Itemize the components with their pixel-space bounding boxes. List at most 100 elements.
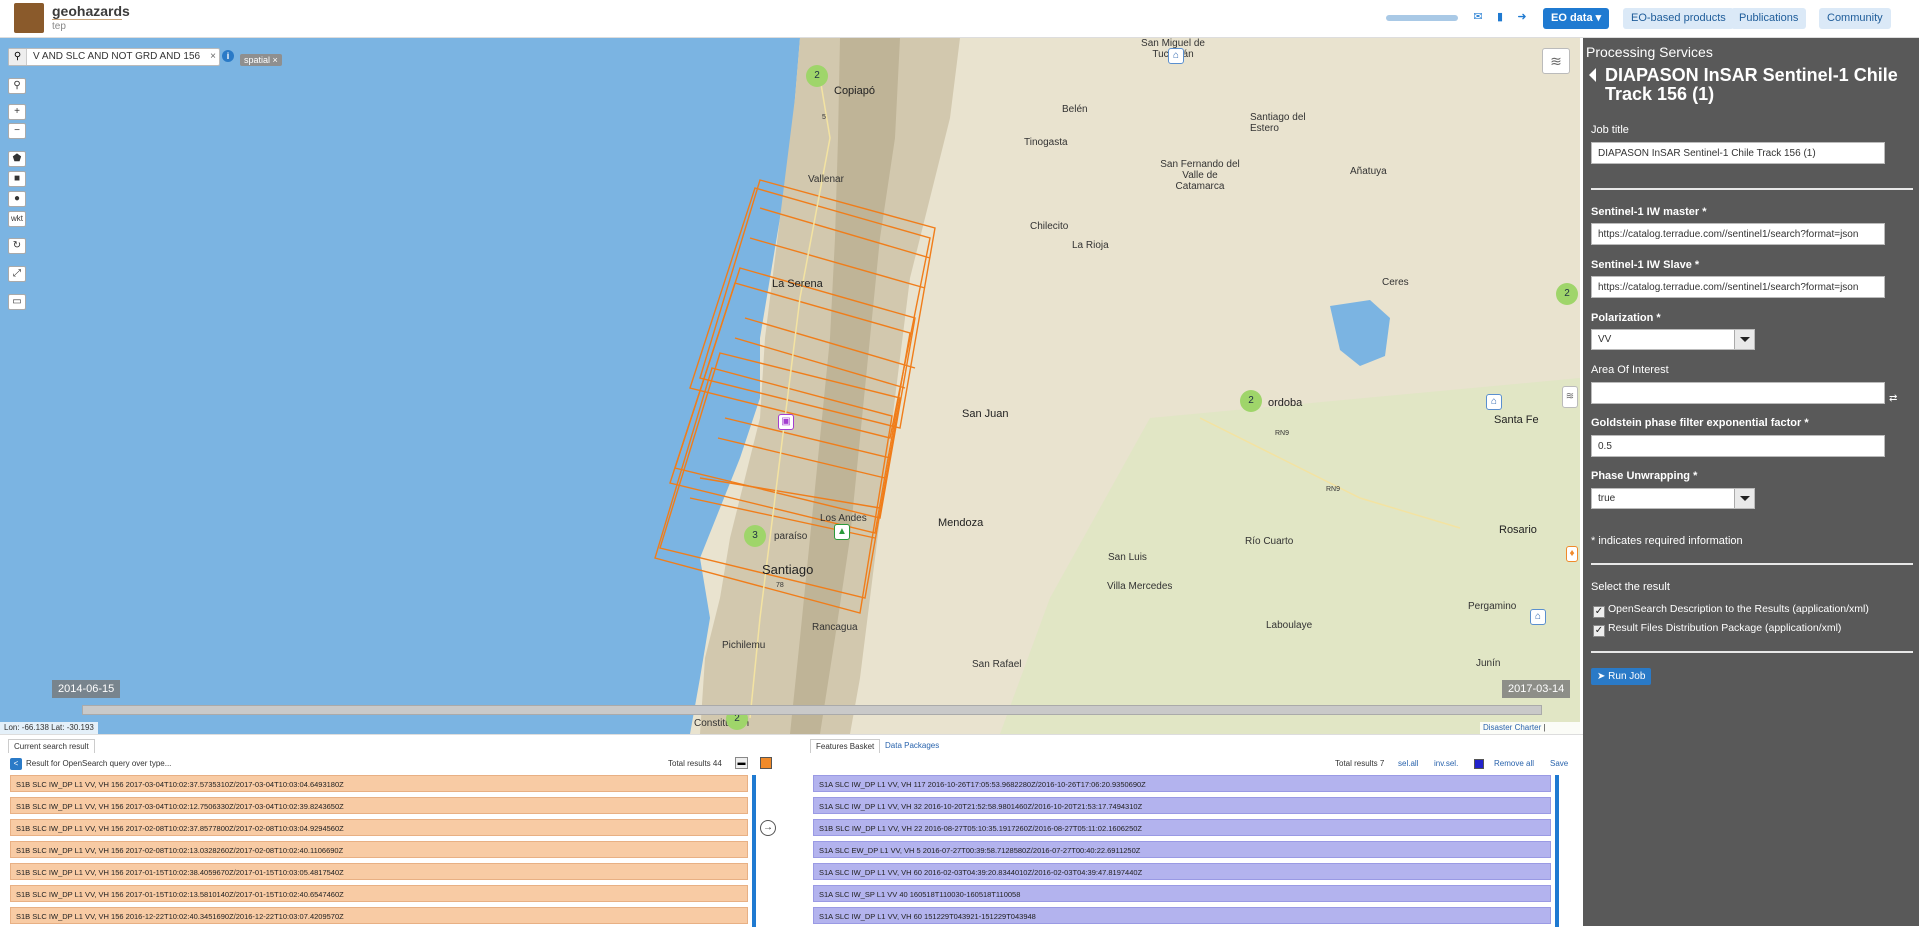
unwrap-label: Phase Unwrapping * bbox=[1591, 470, 1698, 482]
disaster-charter-home-icon[interactable]: ⌂ bbox=[1168, 48, 1184, 64]
job-title-input[interactable]: DIAPASON InSAR Sentinel-1 Chile Track 15… bbox=[1591, 142, 1885, 164]
search-icon[interactable]: ⚲ bbox=[9, 49, 27, 65]
info-icon[interactable]: i bbox=[222, 50, 234, 62]
geohazards-logo[interactable] bbox=[14, 3, 44, 33]
scrollbar[interactable] bbox=[1555, 775, 1559, 927]
chevron-down-icon[interactable] bbox=[1734, 330, 1754, 349]
list-item[interactable]: S1B SLC IW_DP L1 VV, VH 156 2017-03-04T1… bbox=[10, 775, 748, 792]
cluster-marker[interactable]: 2 bbox=[806, 65, 828, 87]
fullscreen-icon[interactable]: ⤢ bbox=[8, 266, 26, 282]
slave-label: Sentinel-1 IW Slave * bbox=[1591, 259, 1700, 271]
disaster-charter-link[interactable]: Disaster Charter bbox=[1483, 723, 1541, 732]
community-button[interactable]: Community bbox=[1819, 8, 1891, 29]
map-label: Santiago del Estero bbox=[1250, 112, 1306, 134]
list-item[interactable]: S1B SLC IW_DP L1 VV, VH 156 2017-01-15T1… bbox=[10, 885, 748, 902]
tab-data-packages[interactable]: Data Packages bbox=[880, 739, 944, 753]
result1-checkbox[interactable]: ✓ bbox=[1593, 606, 1605, 618]
map-label: La Rioja bbox=[1072, 240, 1109, 251]
cluster-marker[interactable]: 2 bbox=[1556, 283, 1578, 305]
map-view[interactable]: Copiapó Vallenar La Serena Los Andes par… bbox=[0, 38, 1580, 734]
invert-selection-link[interactable]: inv.sel. bbox=[1434, 759, 1458, 768]
goldstein-input[interactable]: 0.5 bbox=[1591, 435, 1885, 457]
building-marker-icon[interactable]: ▣ bbox=[778, 414, 794, 430]
map-label: Santiago bbox=[762, 562, 814, 577]
map-label: RN9 bbox=[1275, 430, 1290, 437]
list-item[interactable]: S1B SLC IW_DP L1 VV, VH 156 2017-03-04T1… bbox=[10, 797, 748, 814]
map-label: ordoba bbox=[1268, 397, 1303, 409]
list-item[interactable]: S1B SLC IW_DP L1 VV, VH 22 2016-08-27T05… bbox=[813, 819, 1551, 836]
disaster-charter-home-icon[interactable]: ⌂ bbox=[1530, 609, 1546, 625]
slave-input[interactable]: https://catalog.terradue.com//sentinel1/… bbox=[1591, 276, 1885, 298]
clear-search-icon[interactable]: × bbox=[210, 51, 216, 62]
mountain-marker-icon[interactable]: ▲ bbox=[834, 524, 850, 540]
color-picker-left[interactable] bbox=[760, 757, 772, 769]
disaster-charter-home-icon[interactable]: ⌂ bbox=[1486, 394, 1502, 410]
list-item[interactable]: S1A SLC EW_DP L1 VV, VH 5 2016-07-27T00:… bbox=[813, 841, 1551, 858]
list-item[interactable]: S1A SLC IW_DP L1 VV, VH 60 151229T043921… bbox=[813, 907, 1551, 924]
zoom-in-button[interactable]: + bbox=[8, 104, 26, 120]
draw-polygon-icon[interactable]: ⬟ bbox=[8, 151, 26, 167]
measure-icon[interactable]: ▭ bbox=[8, 294, 26, 310]
tab-current-search[interactable]: Current search result bbox=[8, 739, 95, 753]
logout-icon[interactable]: ➜ bbox=[1516, 11, 1528, 23]
unwrap-select[interactable]: true bbox=[1591, 488, 1755, 509]
total-results-right: Total results 7 bbox=[1335, 759, 1385, 768]
search-bar[interactable]: ⚲ V AND SLC AND NOT GRD AND 156 × bbox=[8, 48, 220, 66]
aoi-input[interactable] bbox=[1591, 382, 1885, 404]
search-input[interactable]: V AND SLC AND NOT GRD AND 156 bbox=[33, 51, 203, 62]
add-to-basket-arrow-icon[interactable]: → bbox=[760, 820, 776, 836]
list-item[interactable]: S1A SLC IW_SP L1 VV 40 160518T110030-160… bbox=[813, 885, 1551, 902]
scrollbar[interactable] bbox=[752, 775, 756, 927]
draw-point-icon[interactable]: ● bbox=[8, 191, 26, 207]
results-panel: Current search result Features Basket Da… bbox=[0, 734, 1583, 927]
book-icon[interactable]: ▮ bbox=[1494, 11, 1506, 23]
list-item[interactable]: S1A SLC IW_DP L1 VV, VH 60 2016-02-03T04… bbox=[813, 863, 1551, 880]
list-item[interactable]: S1A SLC IW_DP L1 VV, VH 117 2016-10-26T1… bbox=[813, 775, 1551, 792]
logo-title[interactable]: geohazards bbox=[52, 3, 130, 19]
remove-all-link[interactable]: Remove all bbox=[1494, 759, 1534, 768]
wkt-button[interactable]: wkt bbox=[8, 211, 26, 227]
layers-icon[interactable]: ≋ bbox=[1542, 48, 1570, 74]
color-picker-right[interactable] bbox=[1474, 759, 1484, 769]
eo-based-products-button[interactable]: EO-based products bbox=[1623, 8, 1734, 29]
back-arrow-icon[interactable] bbox=[1589, 68, 1596, 82]
share-icon[interactable]: < bbox=[10, 758, 22, 770]
result2-checkbox[interactable]: ✓ bbox=[1593, 625, 1605, 637]
list-item[interactable]: S1B SLC IW_DP L1 VV, VH 156 2017-02-08T1… bbox=[10, 841, 748, 858]
draw-rectangle-icon[interactable]: ■ bbox=[8, 171, 26, 187]
run-job-button[interactable]: ➤ Run Job bbox=[1591, 668, 1652, 685]
map-label: Belén bbox=[1062, 104, 1088, 115]
user-name-redacted[interactable] bbox=[1386, 15, 1458, 21]
run-job-label: Run Job bbox=[1608, 671, 1646, 682]
swap-icon[interactable]: ⇄ bbox=[1889, 393, 1897, 404]
mail-icon[interactable]: ✉ bbox=[1472, 11, 1484, 23]
chevron-down-icon[interactable] bbox=[1734, 489, 1754, 508]
map-label: Villa Mercedes bbox=[1107, 581, 1173, 592]
eo-data-button[interactable]: EO data ▾ bbox=[1543, 8, 1610, 29]
save-link[interactable]: Save bbox=[1550, 759, 1568, 768]
polarization-label: Polarization * bbox=[1591, 312, 1661, 324]
select-result-label: Select the result bbox=[1591, 581, 1670, 593]
fire-marker-icon[interactable]: ♦ bbox=[1566, 546, 1578, 562]
select-all-link[interactable]: sel.all bbox=[1398, 759, 1418, 768]
list-item[interactable]: S1A SLC IW_DP L1 VV, VH 32 2016-10-20T21… bbox=[813, 797, 1551, 814]
layers-icon[interactable]: ≋ bbox=[1562, 386, 1578, 408]
cluster-marker[interactable]: 3 bbox=[744, 525, 766, 547]
minimize-button[interactable]: ▬ bbox=[735, 757, 748, 769]
tab-features-basket[interactable]: Features Basket bbox=[810, 739, 881, 753]
cluster-marker[interactable]: 2 bbox=[1240, 390, 1262, 412]
publications-button[interactable]: Publications bbox=[1731, 8, 1807, 29]
zoom-out-button[interactable]: − bbox=[8, 123, 26, 139]
refresh-icon[interactable]: ↻ bbox=[8, 238, 26, 254]
list-item[interactable]: S1B SLC IW_DP L1 VV, VH 156 2017-01-15T1… bbox=[10, 863, 748, 880]
time-slider[interactable] bbox=[82, 705, 1542, 715]
map-label: San Luis bbox=[1108, 552, 1147, 563]
master-input[interactable]: https://catalog.terradue.com//sentinel1/… bbox=[1591, 223, 1885, 245]
search-icon[interactable]: ⚲ bbox=[8, 78, 26, 94]
polarization-select[interactable]: VV bbox=[1591, 329, 1755, 350]
aoi-label: Area Of Interest bbox=[1591, 364, 1669, 376]
list-item[interactable]: S1B SLC IW_DP L1 VV, VH 156 2016-12-22T1… bbox=[10, 907, 748, 924]
spatial-filter-tag[interactable]: spatial × bbox=[240, 54, 282, 66]
map-label: RN9 bbox=[1326, 486, 1341, 493]
list-item[interactable]: S1B SLC IW_DP L1 VV, VH 156 2017-02-08T1… bbox=[10, 819, 748, 836]
